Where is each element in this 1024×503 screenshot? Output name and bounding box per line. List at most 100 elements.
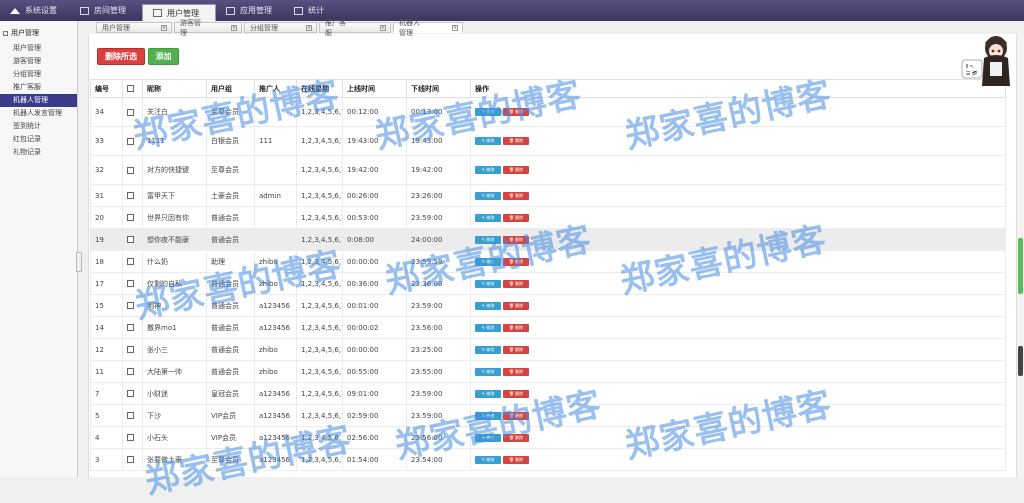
table-row[interactable]: 19 想你夜不能寐 普通会员 1,2,3,4,5,6,7 0:08:00 24:00:00…: [90, 228, 1006, 251]
table-row[interactable]: 12 张小三 普通会员 zhibo 1,2,3,4,5,6,7 00:00:00 23:25…: [90, 338, 1006, 361]
delete-button[interactable]: 🗑 删除: [503, 108, 529, 116]
table-row[interactable]: 17 仅剩的自私 普通会员 zhibo 1,2,3,4,5,6,7 00:36:00 23:…: [90, 272, 1006, 295]
sidebar-group-header[interactable]: 用户管理: [0, 21, 77, 42]
close-icon[interactable]: ×: [452, 24, 458, 31]
content-tab-3[interactable]: 推广客服 ×: [319, 19, 391, 37]
delete-button[interactable]: 🗑 删除: [503, 323, 529, 332]
table-row[interactable]: 34 关注白 至尊会员 1,2,3,4,5,6,7 00:12:00 00:13:00 ✎ …: [90, 97, 1006, 127]
table-row[interactable]: 11 大陆第一帅 普通会员 zhibo 1,2,3,4,5,6,7 00:55:00 23:…: [90, 360, 1006, 383]
edit-button[interactable]: ✎ 修改: [475, 389, 501, 398]
edit-button[interactable]: ✎ 修改: [475, 301, 501, 310]
sidebar-item-8[interactable]: 礼物记录: [0, 146, 77, 159]
close-icon[interactable]: ×: [161, 24, 167, 31]
delete-button[interactable]: 🗑 删除: [503, 213, 529, 222]
add-button[interactable]: 添加: [148, 48, 179, 65]
row-checkbox[interactable]: [127, 324, 134, 331]
edit-button[interactable]: ✎ 修改: [475, 411, 501, 420]
delete-button[interactable]: 🗑 删除: [503, 411, 529, 420]
top-tab-2[interactable]: 用户管理: [142, 4, 216, 21]
edit-button[interactable]: ✎ 修改: [475, 213, 501, 222]
edit-button[interactable]: ✎ 修改: [475, 455, 501, 464]
row-checkbox[interactable]: [127, 108, 134, 116]
delete-button[interactable]: 🗑 删除: [503, 367, 529, 376]
delete-button[interactable]: 🗑 删除: [503, 389, 529, 398]
row-checkbox[interactable]: [127, 192, 134, 199]
row-checkbox[interactable]: [127, 346, 134, 353]
delete-button[interactable]: 🗑 删除: [503, 166, 529, 174]
cell-promoter: a123456: [254, 382, 297, 405]
top-tab-3[interactable]: 应用管理: [216, 0, 284, 21]
edit-button[interactable]: ✎ 修改: [475, 191, 501, 200]
close-icon[interactable]: ×: [380, 24, 386, 31]
table-row[interactable]: 32 对方的快捷键 至尊会员 1,2,3,4,5,6,7 19:42:00 19:42:0…: [90, 155, 1006, 185]
sidebar-item-7[interactable]: 红包记录: [0, 133, 77, 146]
row-checkbox[interactable]: [127, 236, 134, 243]
table-row[interactable]: 14 撒界mo1 普通会员 a123456 1,2,3,4,5,6,7 00:00:02 2…: [90, 316, 1006, 339]
edit-button[interactable]: ✎ 修改: [475, 433, 501, 442]
table-row[interactable]: 4 小石头 VIP会员 a123456 1,2,3,4,5,6,7 02:56:00 23:…: [90, 426, 1006, 449]
sidebar-item-6[interactable]: 签到统计: [0, 120, 77, 133]
table-row[interactable]: 15 明神 普通会员 a123456 1,2,3,4,5,6,7 00:01:00 23:5…: [90, 294, 1006, 317]
table-row[interactable]: 7 小财迷 皇冠会员 a123456 1,2,3,4,5,6,7 09:01:00 23:5…: [90, 382, 1006, 405]
row-checkbox[interactable]: [127, 137, 134, 145]
row-checkbox[interactable]: [127, 258, 134, 265]
sidebar-item-1[interactable]: 游客管理: [0, 55, 77, 68]
row-checkbox[interactable]: [127, 456, 134, 463]
delete-button[interactable]: 🗑 删除: [503, 301, 529, 310]
edit-button[interactable]: ✎ 修改: [475, 279, 501, 288]
content-tab-1[interactable]: 游客管理 ×: [174, 19, 242, 37]
delete-button[interactable]: 🗑 删除: [503, 191, 529, 200]
edit-button[interactable]: ✎ 修改: [475, 137, 501, 145]
sidebar-item-3[interactable]: 推广客服: [0, 81, 77, 94]
scrollbar-thumb[interactable]: [1018, 238, 1023, 294]
delete-button[interactable]: 🗑 删除: [503, 433, 529, 442]
sidebar-collapse-handle[interactable]: [76, 252, 82, 272]
close-icon[interactable]: ×: [231, 24, 237, 31]
close-icon[interactable]: ×: [306, 24, 312, 31]
content-tab-4[interactable]: 机器人管理 ×: [393, 19, 463, 37]
sidebar-item-5[interactable]: 机器人发言管理: [0, 107, 77, 120]
table-row[interactable]: 20 世界只因有你 普通会员 1,2,3,4,5,6,7 00:53:00 23:59:0…: [90, 206, 1006, 229]
edit-button[interactable]: ✎ 修改: [475, 166, 501, 174]
content-tab-2[interactable]: 分组管理 ×: [244, 22, 317, 33]
table-row[interactable]: 33 1111 白银会员 111 1,2,3,4,5,6,7 19:43:00 19:43:…: [90, 126, 1006, 156]
delete-button[interactable]: 🗑 删除: [503, 235, 529, 244]
row-checkbox[interactable]: [127, 434, 134, 441]
edit-button[interactable]: ✎ 修改: [475, 323, 501, 332]
content-tab-0[interactable]: 用户管理 ×: [96, 22, 172, 33]
select-all-checkbox[interactable]: [127, 85, 134, 92]
sidebar-item-4[interactable]: 机器人管理: [0, 94, 77, 107]
delete-button[interactable]: 🗑 删除: [503, 345, 529, 354]
top-tab-1[interactable]: 房间管理: [70, 0, 142, 21]
top-tab-label: 应用管理: [240, 6, 272, 15]
delete-button[interactable]: 🗑 删除: [503, 257, 529, 266]
top-tab-0[interactable]: 系统设置: [0, 0, 70, 21]
delete-button[interactable]: 🗑 删除: [503, 137, 529, 145]
row-checkbox[interactable]: [127, 214, 134, 221]
cell-id: 5: [90, 404, 123, 427]
edit-button[interactable]: ✎ 修改: [475, 257, 501, 266]
edit-button[interactable]: ✎ 修改: [475, 235, 501, 244]
edit-button[interactable]: ✎ 修改: [475, 367, 501, 376]
row-checkbox[interactable]: [127, 390, 134, 397]
row-checkbox[interactable]: [127, 412, 134, 419]
cell-offline-time: 23:59:00: [406, 382, 471, 405]
table-row[interactable]: 3 张要做土豪 至尊会员 a123456 1,2,3,4,5,6,7 01:54:00 23…: [90, 448, 1006, 471]
row-checkbox[interactable]: [127, 166, 134, 174]
row-checkbox[interactable]: [127, 368, 134, 375]
delete-button[interactable]: 🗑 删除: [503, 279, 529, 288]
sidebar-item-0[interactable]: 用户管理: [0, 42, 77, 55]
table-row[interactable]: 5 下沙 VIP会员 a123456 1,2,3,4,5,6,7 02:59:00 23:5…: [90, 404, 1006, 427]
edit-button[interactable]: ✎ 修改: [475, 345, 501, 354]
delete-selected-button[interactable]: 删除所选: [97, 48, 145, 65]
vertical-scrollbar[interactable]: [1016, 34, 1024, 477]
cell-online-days: 1,2,3,4,5,6,7: [296, 316, 343, 339]
sidebar-item-2[interactable]: 分组管理: [0, 68, 77, 81]
cell-checkbox: [122, 126, 143, 156]
table-row[interactable]: 31 富甲天下 土豪会员 admin 1,2,3,4,5,6,7 00:26:00 23:2…: [90, 184, 1006, 207]
row-checkbox[interactable]: [127, 280, 134, 287]
row-checkbox[interactable]: [127, 302, 134, 309]
delete-button[interactable]: 🗑 删除: [503, 455, 529, 464]
edit-button[interactable]: ✎ 修改: [475, 108, 501, 116]
table-row[interactable]: 18 什么奶 助理 zhibo 1,2,3,4,5,6,7 00:00:00 23:59:5…: [90, 250, 1006, 273]
